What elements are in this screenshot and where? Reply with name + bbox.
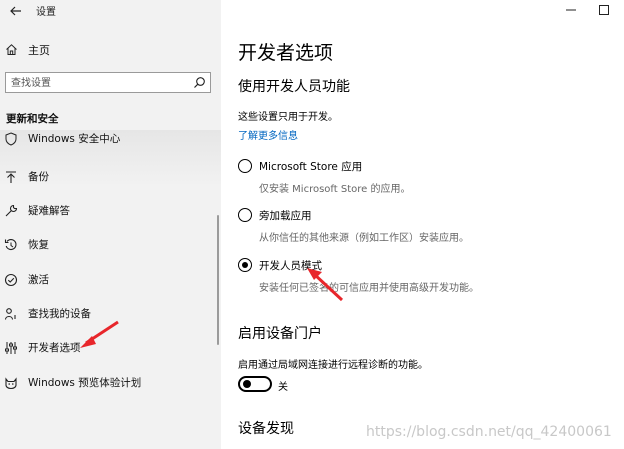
location-person-icon: [4, 308, 16, 320]
section-heading: 更新和安全: [6, 113, 59, 125]
search-icon[interactable]: [193, 76, 206, 89]
sidebar-item-label: 疑难解答: [28, 205, 70, 217]
sidebar-item-label: 恢复: [28, 239, 49, 251]
radio-sideload-apps[interactable]: [238, 208, 252, 222]
shield-icon: [5, 132, 17, 146]
device-portal-description: 启用通过局域网连接进行远程诊断的功能。: [238, 360, 428, 371]
minimize-icon[interactable]: [564, 3, 578, 17]
radio-sideload-apps-label[interactable]: 旁加载应用: [259, 208, 312, 223]
watermark-text: https://blog.csdn.net/qq_42400061: [366, 424, 612, 440]
sidebar-item-activation[interactable]: 激活: [0, 264, 221, 296]
radio-sideload-apps-description: 从你信任的其他来源（例如工作区）安装应用。: [259, 233, 469, 244]
developer-sliders-icon: [5, 342, 17, 354]
sidebar-scrollbar[interactable]: [217, 215, 219, 345]
wrench-icon: [5, 204, 18, 217]
maximize-icon[interactable]: [597, 3, 611, 17]
dev-features-heading: 使用开发人员功能: [238, 79, 350, 95]
dev-features-description: 这些设置只用于开发。: [238, 112, 338, 123]
home-link[interactable]: 主页: [28, 42, 50, 58]
search-input[interactable]: [11, 75, 186, 91]
sidebar-item-label: Windows 安全中心: [28, 133, 121, 145]
radio-store-apps-label[interactable]: Microsoft Store 应用: [259, 159, 362, 174]
check-circle-icon: [4, 273, 18, 287]
main-panel: 开发者选项 使用开发人员功能 这些设置只用于开发。 了解更多信息 Microso…: [221, 0, 624, 449]
sidebar-item-label: 开发者选项: [28, 342, 81, 354]
sidebar-item-security[interactable]: Windows 安全中心: [0, 128, 221, 152]
search-box[interactable]: [5, 72, 211, 93]
home-icon: [6, 44, 17, 55]
radio-developer-mode[interactable]: [238, 258, 252, 272]
insider-cat-icon: [5, 377, 17, 390]
sidebar-item-backup[interactable]: 备份: [0, 161, 221, 193]
recovery-icon: [4, 239, 17, 251]
sidebar-item-insider[interactable]: Windows 预览体验计划: [0, 367, 221, 399]
back-arrow-icon[interactable]: [9, 4, 23, 18]
backup-arrow-icon: [6, 171, 16, 183]
settings-sidebar: 设置 主页 更新和安全 Windows 安全中心 备份 疑难解答: [0, 0, 221, 449]
sidebar-item-label: 查找我的设备: [28, 308, 91, 320]
radio-developer-mode-description: 安装任何已签名的可信应用并使用高级开发功能。: [259, 283, 479, 294]
radio-developer-mode-label[interactable]: 开发人员模式: [259, 258, 322, 273]
sidebar-item-find-device[interactable]: 查找我的设备: [0, 298, 221, 330]
sidebar-item-developer-options[interactable]: 开发者选项: [0, 332, 221, 364]
device-portal-heading: 启用设备门户: [238, 326, 322, 342]
device-portal-toggle-state: 关: [278, 382, 288, 393]
radio-store-apps-description: 仅安装 Microsoft Store 的应用。: [259, 184, 411, 195]
app-title: 设置: [36, 7, 56, 18]
learn-more-link[interactable]: 了解更多信息: [238, 127, 298, 142]
sidebar-item-label: Windows 预览体验计划: [28, 377, 142, 389]
device-portal-toggle[interactable]: [238, 376, 272, 392]
sidebar-item-label: 备份: [28, 171, 49, 183]
device-discovery-heading: 设备发现: [238, 421, 294, 437]
sidebar-item-troubleshoot[interactable]: 疑难解答: [0, 195, 221, 227]
radio-store-apps[interactable]: [238, 159, 252, 173]
page-title: 开发者选项: [238, 42, 334, 64]
sidebar-item-recovery[interactable]: 恢复: [0, 229, 221, 261]
sidebar-item-label: 激活: [28, 274, 49, 286]
